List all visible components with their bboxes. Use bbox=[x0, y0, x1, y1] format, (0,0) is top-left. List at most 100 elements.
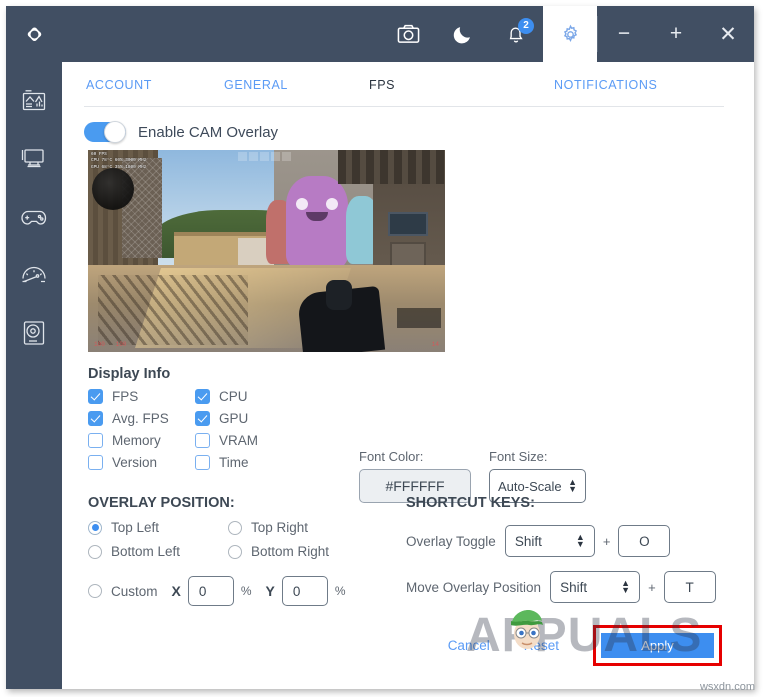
dashboard-chart-icon bbox=[22, 90, 46, 111]
checkbox-vram[interactable]: VRAM bbox=[195, 433, 302, 448]
notifications-bell-icon[interactable]: 2 bbox=[489, 6, 543, 62]
radio-custom-dot[interactable] bbox=[88, 584, 102, 598]
camera-icon bbox=[397, 24, 419, 43]
x-axis-label: X bbox=[171, 583, 181, 599]
radio-top-left-dot[interactable] bbox=[88, 520, 102, 535]
preview-fence-shadow bbox=[98, 275, 248, 345]
y-axis-label: Y bbox=[265, 583, 275, 599]
font-size-label: Font Size: bbox=[489, 449, 548, 464]
sidebar-item-tuning[interactable] bbox=[6, 246, 62, 304]
checkbox-avg-fps-box[interactable] bbox=[88, 411, 103, 426]
checkbox-gpu-box[interactable] bbox=[195, 411, 210, 426]
app-root: 2 − + ✕ ACCOUNT GENERAL FPS NOTIFICATION… bbox=[0, 0, 763, 697]
checkbox-version[interactable]: Version bbox=[88, 455, 195, 470]
checkbox-time-label: Time bbox=[219, 455, 249, 470]
checkbox-memory-box[interactable] bbox=[88, 433, 103, 448]
checkbox-fps-label: FPS bbox=[112, 389, 139, 404]
toggle-knob bbox=[104, 121, 126, 143]
nzxt-cam-logo-icon bbox=[27, 27, 41, 41]
checkbox-cpu-box[interactable] bbox=[195, 389, 210, 404]
settings-tabs: ACCOUNT GENERAL FPS NOTIFICATIONS bbox=[62, 62, 754, 108]
radio-top-right[interactable]: Top Right bbox=[228, 520, 368, 535]
sidebar-item-dashboard[interactable] bbox=[6, 72, 62, 130]
tabs-divider bbox=[84, 106, 724, 107]
checkbox-fps-box[interactable] bbox=[88, 389, 103, 404]
tab-account[interactable]: ACCOUNT bbox=[80, 74, 218, 96]
shortcut-keys-section: SHORTCUT KEYS: Overlay Toggle Shift ▲ ▼ +… bbox=[406, 495, 716, 603]
radio-bottom-left[interactable]: Bottom Left bbox=[88, 544, 228, 559]
custom-x-input[interactable]: 0 bbox=[187, 576, 234, 606]
shortcut-move-overlay-row: Move Overlay Position Shift ▲ ▼ + T bbox=[406, 571, 716, 603]
sidebar-item-lighting[interactable] bbox=[6, 304, 62, 362]
titlebar-spacer bbox=[62, 6, 381, 62]
shortcut-keys-title: SHORTCUT KEYS: bbox=[406, 495, 535, 511]
radio-top-right-dot[interactable] bbox=[228, 520, 242, 535]
apply-button[interactable]: Apply bbox=[601, 632, 714, 658]
display-info-title: Display Info bbox=[88, 366, 171, 382]
preview-hud-top bbox=[238, 152, 291, 161]
spinner-up-down-icon: ▲ ▼ bbox=[575, 532, 585, 549]
sidebar-item-games[interactable] bbox=[6, 188, 62, 246]
notification-badge: 2 bbox=[518, 18, 534, 34]
shortcut-move-overlay-modifier-select[interactable]: Shift ▲ ▼ bbox=[550, 571, 641, 603]
shortcut-overlay-toggle-label: Overlay Toggle bbox=[406, 533, 496, 549]
checkbox-cpu[interactable]: CPU bbox=[195, 389, 302, 404]
minimize-button[interactable]: − bbox=[598, 6, 650, 62]
checkbox-time[interactable]: Time bbox=[195, 455, 302, 470]
shortcut-overlay-toggle-plus: + bbox=[602, 533, 611, 549]
checkbox-avg-fps[interactable]: Avg. FPS bbox=[88, 411, 195, 426]
checkbox-vram-box[interactable] bbox=[195, 433, 210, 448]
shortcut-overlay-toggle-modifier-select[interactable]: Shift ▲ ▼ bbox=[504, 525, 595, 557]
shortcut-overlay-toggle-row: Overlay Toggle Shift ▲ ▼ + O bbox=[406, 525, 716, 557]
preview-hud-health: 100 100 bbox=[94, 341, 127, 348]
enable-cam-overlay-toggle[interactable] bbox=[84, 121, 126, 143]
preview-weapon-sight bbox=[326, 280, 352, 310]
tab-fps[interactable]: FPS bbox=[363, 74, 548, 96]
preview-fps-overlay-text: 60 FPS CPU 78°C 60% 3000 MHz GPU 68°C 35… bbox=[91, 152, 147, 170]
checkbox-cpu-label: CPU bbox=[219, 389, 248, 404]
shortcut-move-overlay-modifier-value: Shift bbox=[560, 579, 588, 595]
shortcut-move-overlay-label: Move Overlay Position bbox=[406, 579, 542, 595]
screenshot-camera-icon[interactable] bbox=[381, 6, 435, 62]
font-size-value: Auto-Scale bbox=[498, 478, 562, 494]
radio-bottom-left-label: Bottom Left bbox=[111, 544, 181, 559]
checkbox-fps[interactable]: FPS bbox=[88, 389, 195, 404]
radio-bottom-left-dot[interactable] bbox=[88, 544, 102, 559]
monitor-icon bbox=[21, 149, 44, 168]
checkbox-memory[interactable]: Memory bbox=[88, 433, 195, 448]
gamepad-icon bbox=[21, 210, 47, 225]
radio-custom-label: Custom bbox=[111, 583, 158, 599]
shortcut-overlay-toggle-key-input[interactable]: O bbox=[618, 525, 671, 557]
font-color-label: Font Color: bbox=[359, 449, 424, 464]
shortcut-move-overlay-key-input[interactable]: T bbox=[663, 571, 716, 603]
radio-bottom-right[interactable]: Bottom Right bbox=[228, 544, 368, 559]
enable-cam-overlay-label: Enable CAM Overlay bbox=[138, 123, 279, 141]
tab-general[interactable]: GENERAL bbox=[218, 74, 363, 96]
dark-mode-moon-icon[interactable] bbox=[435, 6, 489, 62]
overlay-position-title: OVERLAY POSITION: bbox=[88, 495, 235, 511]
checkbox-version-box[interactable] bbox=[88, 455, 103, 470]
radio-top-left[interactable]: Top Left bbox=[88, 520, 228, 535]
checkbox-gpu[interactable]: GPU bbox=[195, 411, 302, 426]
radio-bottom-right-dot[interactable] bbox=[228, 544, 242, 559]
tab-notifications[interactable]: NOTIFICATIONS bbox=[548, 74, 663, 96]
checkbox-version-label: Version bbox=[112, 455, 158, 470]
preview-monitor-prop bbox=[388, 212, 428, 236]
close-button[interactable]: ✕ bbox=[702, 6, 754, 62]
preview-fence bbox=[122, 158, 162, 258]
cancel-button[interactable]: Cancel bbox=[448, 638, 490, 653]
overlay-position-section: OVERLAY POSITION: Top Left Top Right Bot… bbox=[88, 495, 368, 606]
checkbox-time-box[interactable] bbox=[195, 455, 210, 470]
preview-ceiling-beams bbox=[338, 150, 445, 184]
radio-top-right-label: Top Right bbox=[251, 520, 309, 535]
custom-y-input[interactable]: 0 bbox=[281, 576, 328, 606]
reset-button[interactable]: Reset bbox=[524, 638, 559, 653]
enable-cam-overlay-row[interactable]: Enable CAM Overlay bbox=[84, 121, 754, 143]
y-percent-label: % bbox=[334, 584, 346, 598]
sidebar-item-pc-monitoring[interactable] bbox=[6, 130, 62, 188]
preview-hud-weapon-box bbox=[397, 308, 441, 328]
settings-gear-icon[interactable] bbox=[543, 6, 597, 62]
radio-top-left-label: Top Left bbox=[111, 520, 160, 535]
x-percent-label: % bbox=[240, 584, 252, 598]
maximize-button[interactable]: + bbox=[650, 6, 702, 62]
